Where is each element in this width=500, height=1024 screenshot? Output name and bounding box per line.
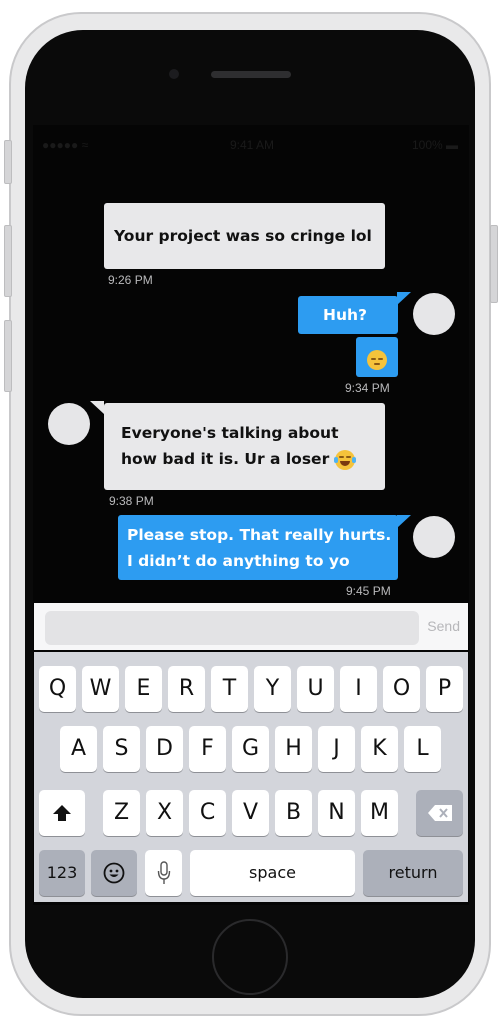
message-text-line-2: how bad it is. Ur a loser <box>121 450 330 468</box>
message-text-line-2: I didn’t do anything to yo <box>127 552 350 570</box>
volume-down-button <box>4 320 12 392</box>
key-d[interactable]: D <box>146 726 183 772</box>
message-composer: Send <box>34 603 468 650</box>
dictation-key[interactable] <box>145 850 182 896</box>
key-j[interactable]: J <box>318 726 355 772</box>
bubble-tail <box>397 515 411 528</box>
shift-key[interactable] <box>39 790 85 836</box>
key-o[interactable]: O <box>383 666 420 712</box>
key-g[interactable]: G <box>232 726 269 772</box>
backspace-icon <box>427 805 452 821</box>
key-q[interactable]: Q <box>39 666 76 712</box>
key-l[interactable]: L <box>404 726 441 772</box>
emoji-key[interactable] <box>91 850 137 896</box>
key-h[interactable]: H <box>275 726 312 772</box>
contact-avatar[interactable] <box>48 403 90 445</box>
send-button[interactable]: Send <box>427 618 460 634</box>
microphone-icon <box>157 861 170 884</box>
front-camera <box>169 69 179 79</box>
key-x[interactable]: X <box>146 790 183 836</box>
pensive-face-icon <box>367 349 387 370</box>
key-f[interactable]: F <box>189 726 226 772</box>
key-s[interactable]: S <box>103 726 140 772</box>
battery-indicator: 100% ▬ <box>411 138 458 152</box>
key-y[interactable]: Y <box>254 666 291 712</box>
key-i[interactable]: I <box>340 666 377 712</box>
bubble-tail <box>397 292 411 305</box>
volume-up-button <box>4 225 12 297</box>
on-screen-keyboard: Q W E R T Y U I O P A S D F G H J K L Z … <box>34 652 468 902</box>
numbers-key[interactable]: 123 <box>39 850 85 896</box>
message-text: Huh? <box>323 306 368 324</box>
key-k[interactable]: K <box>361 726 398 772</box>
key-t[interactable]: T <box>211 666 248 712</box>
incoming-message-bubble[interactable]: Your project was so cringe lol <box>104 203 385 269</box>
message-timestamp: 9:26 PM <box>108 273 153 287</box>
status-time: 9:41 AM <box>230 138 275 152</box>
key-p[interactable]: P <box>426 666 463 712</box>
outgoing-message-bubble[interactable]: Huh? <box>298 296 398 334</box>
mute-switch <box>4 140 12 184</box>
key-w[interactable]: W <box>82 666 119 712</box>
message-text-line-1: Everyone's talking about <box>121 424 339 442</box>
message-text: Your project was so cringe lol <box>114 227 372 245</box>
key-z[interactable]: Z <box>103 790 140 836</box>
sender-avatar[interactable] <box>413 293 455 335</box>
outgoing-message-bubble[interactable]: Please stop. That really hurts. I didn’t… <box>118 515 398 580</box>
key-b[interactable]: B <box>275 790 312 836</box>
bubble-tail <box>90 401 104 414</box>
key-v[interactable]: V <box>232 790 269 836</box>
return-key[interactable]: return <box>363 850 463 896</box>
message-timestamp: 9:45 PM <box>346 584 391 598</box>
message-text-line-1: Please stop. That really hurts. <box>127 526 392 544</box>
message-timestamp: 9:38 PM <box>109 494 154 508</box>
space-key[interactable]: space <box>190 850 355 896</box>
status-bar: ●●●●● ≈ 9:41 AM 100% ▬ <box>42 138 458 154</box>
shift-arrow-icon <box>53 805 71 821</box>
emoji-smiley-icon <box>103 862 125 884</box>
sender-avatar[interactable] <box>413 516 455 558</box>
key-r[interactable]: R <box>168 666 205 712</box>
carrier-signal: ●●●●● ≈ <box>42 138 89 152</box>
incoming-message-bubble[interactable]: Everyone's talking about how bad it is. … <box>104 403 385 490</box>
key-e[interactable]: E <box>125 666 162 712</box>
home-button[interactable] <box>212 919 288 995</box>
outgoing-emoji-bubble[interactable] <box>356 337 398 377</box>
key-m[interactable]: M <box>361 790 398 836</box>
face-with-tears-of-joy-icon <box>333 449 356 470</box>
earpiece-speaker <box>211 71 291 78</box>
key-a[interactable]: A <box>60 726 97 772</box>
message-timestamp: 9:34 PM <box>345 381 390 395</box>
backspace-key[interactable] <box>416 790 463 836</box>
message-input[interactable] <box>45 611 419 645</box>
power-button <box>490 225 498 303</box>
key-n[interactable]: N <box>318 790 355 836</box>
key-c[interactable]: C <box>189 790 226 836</box>
key-u[interactable]: U <box>297 666 334 712</box>
